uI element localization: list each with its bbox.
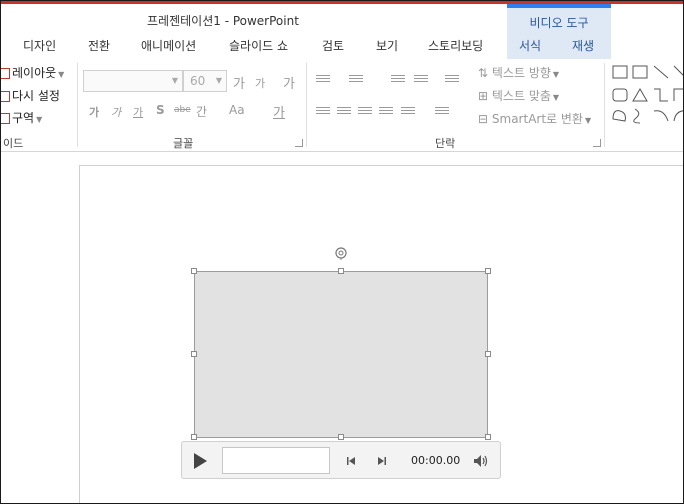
tab-slide-show[interactable]: 슬라이드 쇼 bbox=[229, 37, 288, 54]
chevron-down-icon: ▼ bbox=[58, 70, 65, 79]
slide-border-top bbox=[79, 165, 683, 166]
layout-label: 레이아웃 bbox=[12, 66, 57, 80]
align-text-label: 텍스트 맞춤 bbox=[491, 89, 551, 103]
strikethrough-icon[interactable]: abe bbox=[174, 105, 191, 115]
resize-handle-top-right[interactable] bbox=[485, 268, 491, 274]
align-center-icon[interactable] bbox=[337, 105, 351, 117]
shapes-gallery[interactable] bbox=[610, 63, 684, 129]
character-spacing-icon[interactable]: 간 bbox=[196, 103, 207, 120]
tab-review[interactable]: 검토 bbox=[322, 37, 344, 54]
shadow-icon[interactable]: S bbox=[156, 103, 165, 117]
chevron-down-icon: ▼ bbox=[552, 70, 560, 79]
resize-handle-top-left[interactable] bbox=[191, 268, 197, 274]
video-placeholder[interactable] bbox=[194, 271, 488, 438]
chevron-down-icon: ▼ bbox=[552, 93, 560, 102]
chevron-down-icon: ▼ bbox=[171, 76, 178, 85]
section-button[interactable]: 구역 ▼ bbox=[1, 109, 43, 126]
text-direction-label: 텍스트 방향 bbox=[491, 66, 551, 80]
distributed-icon[interactable] bbox=[401, 105, 415, 117]
bold-icon[interactable]: 가 bbox=[89, 104, 99, 120]
resize-handle-left[interactable] bbox=[191, 351, 197, 357]
chevron-down-icon: ▼ bbox=[584, 116, 592, 125]
play-icon[interactable] bbox=[194, 453, 207, 469]
ribbon-panel: 레이아웃 ▼ 다시 설정 구역 ▼ 이드 ▼ 60 ▼ 가 가 가 가 가 가 S … bbox=[1, 59, 684, 152]
ribbon-tabs: 디자인 전환 애니메이션 슬라이드 쇼 검토 보기 스토리보딩 서식 재생 bbox=[1, 35, 683, 57]
chevron-down-icon: ▼ bbox=[215, 76, 222, 85]
group-separator bbox=[77, 63, 78, 147]
tab-animations[interactable]: 애니메이션 bbox=[141, 37, 196, 54]
tab-format[interactable]: 서식 bbox=[519, 37, 541, 54]
font-color-icon[interactable]: 가 bbox=[273, 102, 285, 121]
line-spacing-icon[interactable] bbox=[445, 73, 459, 85]
layout-icon bbox=[1, 68, 10, 79]
increase-indent-icon[interactable] bbox=[414, 73, 428, 85]
italic-icon[interactable]: 가 bbox=[111, 104, 121, 120]
resize-handle-bottom-right[interactable] bbox=[485, 434, 491, 440]
resize-handle-right[interactable] bbox=[485, 351, 491, 357]
tab-playback[interactable]: 재생 bbox=[572, 37, 594, 54]
reset-icon bbox=[1, 91, 10, 102]
columns-icon[interactable] bbox=[435, 105, 449, 117]
smartart-label: SmartArt로 변환 bbox=[491, 112, 583, 126]
seek-bar[interactable] bbox=[222, 447, 330, 474]
step-backward-icon[interactable] bbox=[345, 455, 357, 467]
playback-time: 00:00.00 bbox=[411, 454, 461, 467]
underline-icon[interactable]: 가 bbox=[133, 104, 143, 120]
text-direction-icon: ⇅ bbox=[478, 66, 489, 80]
font-name-combo[interactable]: ▼ bbox=[83, 70, 183, 92]
section-icon bbox=[1, 113, 10, 124]
volume-icon[interactable] bbox=[472, 453, 488, 469]
reset-label: 다시 설정 bbox=[12, 89, 60, 103]
rotate-handle-icon[interactable] bbox=[334, 246, 348, 260]
shrink-font-icon[interactable]: 가 bbox=[255, 75, 265, 91]
font-group-label: 글꼴 bbox=[173, 137, 194, 150]
tab-transitions[interactable]: 전환 bbox=[88, 37, 110, 54]
tab-view[interactable]: 보기 bbox=[376, 37, 398, 54]
tab-design[interactable]: 디자인 bbox=[23, 37, 56, 54]
font-size-combo[interactable]: 60 ▼ bbox=[183, 70, 227, 92]
section-label: 구역 bbox=[12, 111, 35, 125]
resize-handle-bottom-left[interactable] bbox=[191, 434, 197, 440]
powerpoint-window: 프레젠테이션1 - PowerPoint 비디오 도구 디자인 전환 애니메이션… bbox=[0, 0, 684, 504]
text-direction-button[interactable]: ⇅ 텍스트 방향 ▼ bbox=[478, 64, 559, 81]
window-title: 프레젠테이션1 - PowerPoint bbox=[147, 14, 299, 28]
decrease-indent-icon[interactable] bbox=[391, 73, 405, 85]
step-forward-icon[interactable] bbox=[376, 455, 388, 467]
reset-button[interactable]: 다시 설정 bbox=[1, 87, 60, 104]
bullets-icon[interactable] bbox=[316, 73, 330, 85]
smartart-icon: ⊟ bbox=[478, 112, 489, 126]
align-text-icon: ⊞ bbox=[478, 89, 489, 103]
tab-storyboarding[interactable]: 스토리보딩 bbox=[428, 37, 483, 54]
align-right-icon[interactable] bbox=[358, 105, 372, 117]
justify-icon[interactable] bbox=[379, 105, 393, 117]
resize-handle-bottom[interactable] bbox=[338, 434, 344, 440]
change-case-icon[interactable]: Aa bbox=[229, 103, 245, 117]
context-group-title: 비디오 도구 bbox=[529, 16, 589, 30]
align-left-icon[interactable] bbox=[316, 105, 330, 117]
numbering-icon[interactable] bbox=[349, 73, 363, 85]
convert-smartart-button[interactable]: ⊟ SmartArt로 변환 ▼ bbox=[478, 110, 591, 127]
media-controls: 00:00.00 bbox=[181, 441, 501, 479]
slide-border-left bbox=[79, 165, 80, 503]
clear-formatting-icon[interactable]: 가 bbox=[283, 73, 295, 92]
layout-button[interactable]: 레이아웃 ▼ bbox=[1, 64, 65, 81]
font-dialog-launcher-icon[interactable] bbox=[295, 139, 303, 147]
paragraph-dialog-launcher-icon[interactable] bbox=[593, 139, 601, 147]
paragraph-group-label: 단락 bbox=[435, 137, 456, 150]
font-size-value: 60 bbox=[190, 74, 206, 88]
group-separator bbox=[306, 63, 307, 147]
group-separator bbox=[604, 63, 605, 147]
align-text-button[interactable]: ⊞ 텍스트 맞춤 ▼ bbox=[478, 87, 559, 104]
chevron-down-icon: ▼ bbox=[36, 115, 43, 124]
grow-font-icon[interactable]: 가 bbox=[233, 73, 245, 92]
resize-handle-top[interactable] bbox=[338, 268, 344, 274]
slides-group-label: 이드 bbox=[3, 137, 24, 150]
